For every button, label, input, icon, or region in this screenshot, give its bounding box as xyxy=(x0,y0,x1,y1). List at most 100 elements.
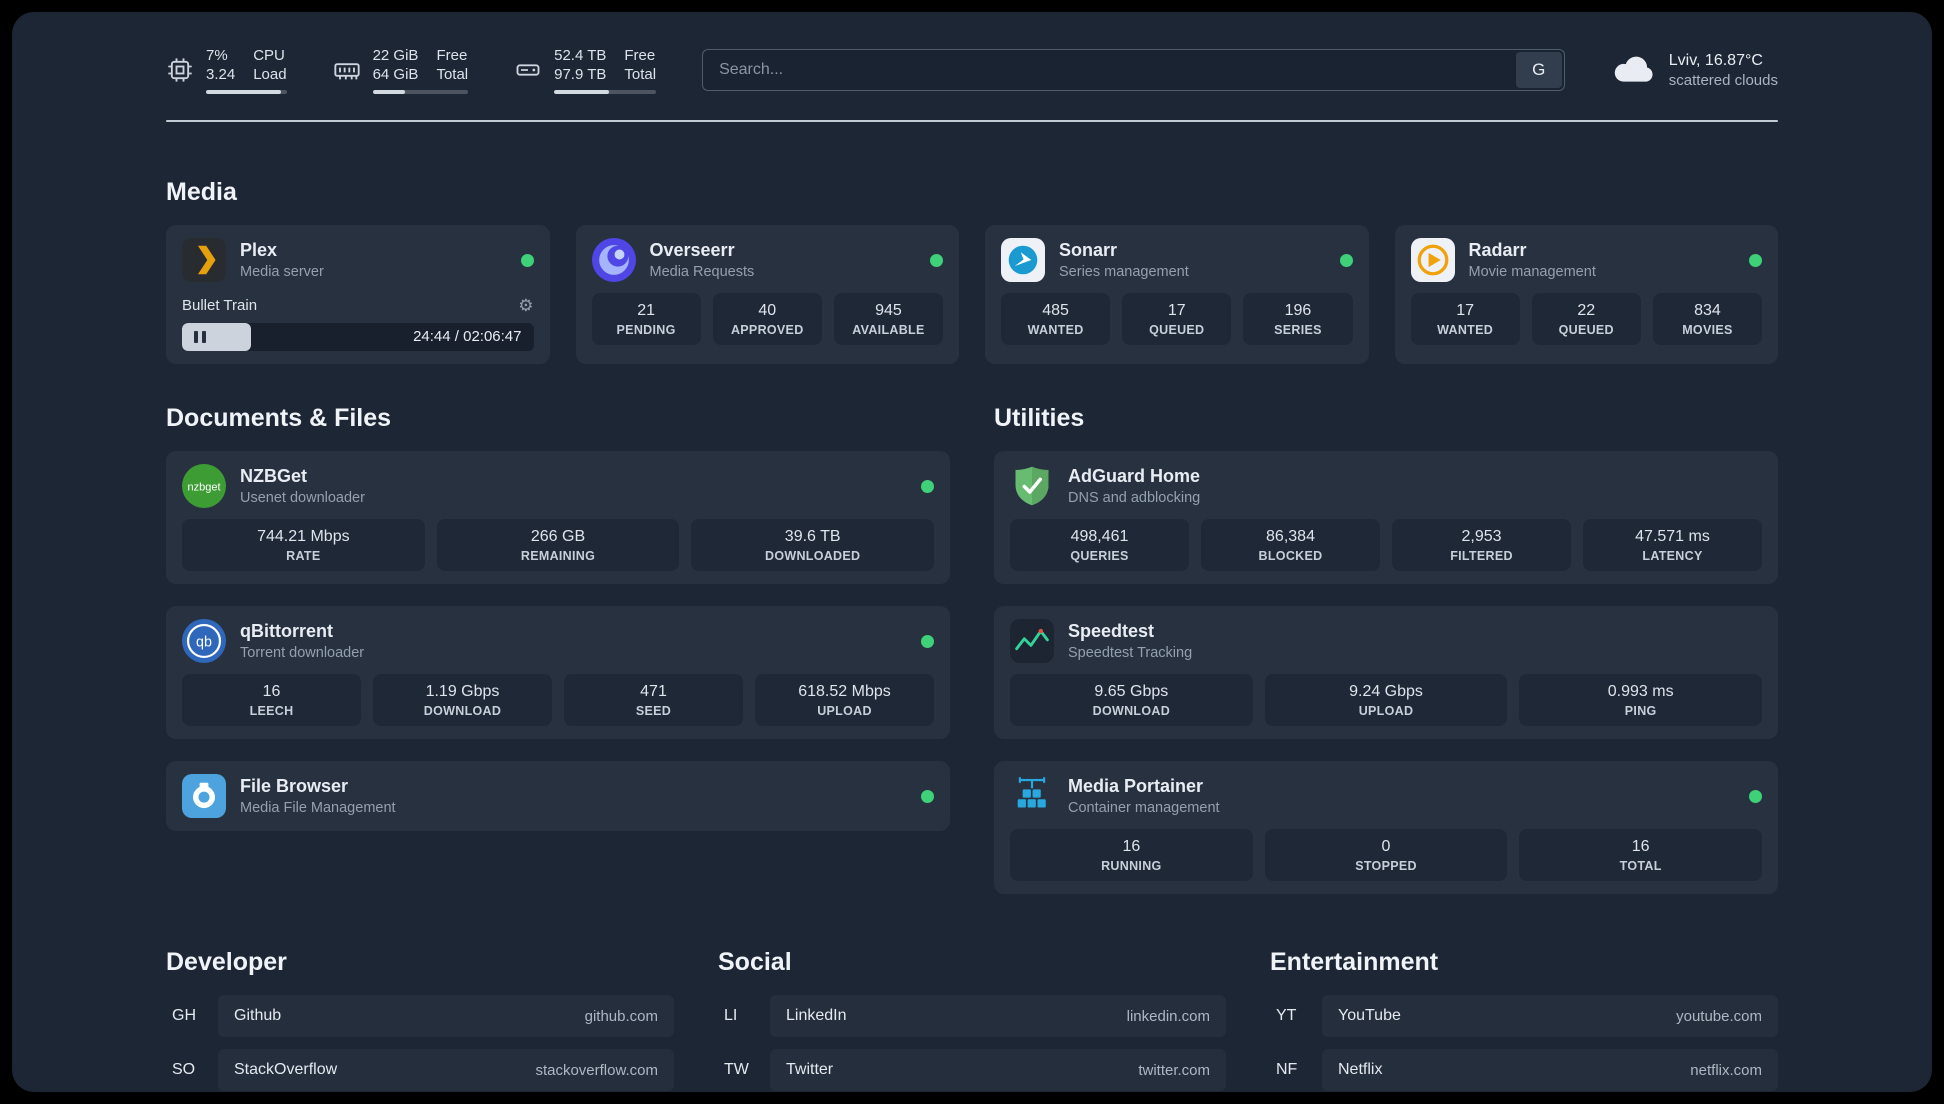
stat-running: 16 RUNNING xyxy=(1010,829,1253,881)
stat-value: 485 xyxy=(1042,302,1069,319)
bookmark-name: LinkedIn xyxy=(786,1007,847,1024)
topbar-divider xyxy=(166,120,1778,122)
bookmark-netflix[interactable]: NF Netflix netflix.com xyxy=(1270,1049,1778,1091)
cpu-icon xyxy=(166,56,194,84)
stat-upload: 9.24 Gbps UPLOAD xyxy=(1264,674,1508,726)
stat-value: 0.993 ms xyxy=(1607,683,1674,700)
bookmark-domain: youtube.com xyxy=(1676,1007,1762,1025)
stat-value: 39.6 TB xyxy=(784,528,841,545)
stat-label: WANTED xyxy=(1437,323,1494,337)
search-bar: G xyxy=(702,49,1565,91)
pause-icon[interactable] xyxy=(194,331,206,343)
stat-value: 21 xyxy=(637,302,655,319)
media-section-title: Media xyxy=(166,178,237,206)
search-input[interactable] xyxy=(702,49,1565,91)
portainer-icon xyxy=(1010,774,1054,818)
radarr-icon xyxy=(1410,238,1455,282)
developer-bookmarks: Developer GH Github github.com SO StackO… xyxy=(166,948,674,1092)
status-dot xyxy=(921,479,934,493)
dashboard-panel: 7% 3.24 CPU Load 22 GiB 64 GiB Free Tota… xyxy=(12,12,1932,1092)
stat-label: QUEUED xyxy=(1558,323,1614,337)
stat-label: SERIES xyxy=(1274,323,1322,337)
overseerr-card[interactable]: Overseerr Media Requests 21 PENDING 40 A… xyxy=(575,225,959,364)
bookmark-domain: linkedin.com xyxy=(1126,1007,1210,1025)
app-name: AdGuard Home xyxy=(1068,466,1201,486)
plex-card[interactable]: Plex Media server Bullet Train ⚙ 24:44 /… xyxy=(166,225,550,364)
cloud-icon xyxy=(1611,53,1657,88)
stat-label: MOVIES xyxy=(1682,323,1733,337)
stat-downloaded: 39.6 TB DOWNLOADED xyxy=(691,519,935,571)
social-section-title: Social xyxy=(718,948,792,976)
stat-label: FILTERED xyxy=(1450,549,1513,563)
app-name: Radarr xyxy=(1468,240,1527,260)
adguard-card[interactable]: AdGuard Home DNS and adblocking 498,461 … xyxy=(994,451,1778,584)
stat-value: 17 xyxy=(1456,302,1474,319)
bookmark-abbr: GH xyxy=(172,1007,196,1024)
stat-label: QUERIES xyxy=(1070,549,1129,563)
app-subtitle: Usenet downloader xyxy=(240,490,365,506)
bookmark-twitter[interactable]: TW Twitter twitter.com xyxy=(718,1049,1226,1091)
app-subtitle: Media File Management xyxy=(240,800,396,816)
entertainment-section-title: Entertainment xyxy=(1270,948,1439,976)
bookmark-name: StackOverflow xyxy=(234,1061,338,1078)
stat-value: 266 GB xyxy=(530,528,586,545)
stat-label: BLOCKED xyxy=(1258,549,1323,563)
filebrowser-card[interactable]: File Browser Media File Management xyxy=(166,761,950,831)
bookmark-youtube[interactable]: YT YouTube youtube.com xyxy=(1270,995,1778,1037)
bookmark-stackoverflow[interactable]: SO StackOverflow stackoverflow.com xyxy=(166,1049,674,1091)
bookmark-abbr: YT xyxy=(1276,1007,1297,1024)
stat-label: UPLOAD xyxy=(1358,704,1414,718)
status-dot xyxy=(930,253,943,267)
speedtest-card[interactable]: Speedtest Speedtest Tracking 9.65 Gbps D… xyxy=(994,606,1778,739)
utilities-section: Utilities AdGuard Home DNS and adblockin… xyxy=(994,404,1778,894)
stat-value: 471 xyxy=(640,683,667,700)
stat-filtered: 2,953 FILTERED xyxy=(1392,519,1571,571)
qbittorrent-icon: qb xyxy=(182,619,226,663)
stat-seed: 471 SEED xyxy=(564,674,743,726)
nzbget-card[interactable]: nzbget NZBGet Usenet downloader 744.21 M… xyxy=(166,451,950,584)
app-subtitle: Speedtest Tracking xyxy=(1068,645,1193,661)
stat-movies: 834 MOVIES xyxy=(1652,293,1763,345)
portainer-card[interactable]: Media Portainer Container management 16 … xyxy=(994,761,1778,894)
stat-queued: 22 QUEUED xyxy=(1531,293,1641,345)
memory-total-label: Total xyxy=(436,66,469,83)
plex-now-playing: Bullet Train ⚙ 24:44 / 02:06:47 xyxy=(182,296,534,351)
bookmark-linkedin[interactable]: LI LinkedIn linkedin.com xyxy=(718,995,1226,1037)
qbittorrent-card[interactable]: qb qBittorrent Torrent downloader 16 LEE… xyxy=(166,606,950,739)
stat-value: 196 xyxy=(1284,302,1312,319)
bookmark-github[interactable]: GH Github github.com xyxy=(166,995,674,1037)
gear-icon[interactable]: ⚙ xyxy=(518,297,533,314)
bookmark-name: YouTube xyxy=(1338,1007,1401,1024)
disk-total-value: 97.9 TB xyxy=(554,66,607,83)
stat-label: REMAINING xyxy=(520,549,596,563)
stat-value: 618.52 Mbps xyxy=(798,683,891,700)
playback-progress-bar[interactable]: 24:44 / 02:06:47 xyxy=(182,323,534,351)
radarr-card[interactable]: Radarr Movie management 17 WANTED 22 QUE… xyxy=(1394,225,1778,364)
status-dot xyxy=(921,789,934,803)
weather-widget[interactable]: Lviv, 16.87°C scattered clouds xyxy=(1611,52,1778,89)
app-name: Media Portainer xyxy=(1068,776,1204,796)
app-name: File Browser xyxy=(240,776,349,796)
stat-pending: 21 PENDING xyxy=(591,293,701,345)
documents-section: Documents & Files nzbget NZBGet Usenet d… xyxy=(166,404,950,894)
app-subtitle: DNS and adblocking xyxy=(1068,490,1201,506)
media-section: Media Plex Media server Bullet Train ⚙ 2… xyxy=(166,178,1778,364)
overseerr-icon xyxy=(591,238,636,282)
stat-value: 9.65 Gbps xyxy=(1094,683,1169,700)
app-name: Sonarr xyxy=(1059,240,1118,260)
stat-wanted: 17 WANTED xyxy=(1410,293,1520,345)
developer-section-title: Developer xyxy=(166,948,287,976)
stat-value: 9.24 Gbps xyxy=(1349,683,1423,700)
stat-label: AVAILABLE xyxy=(852,323,925,337)
app-subtitle: Movie management xyxy=(1468,264,1596,280)
cpu-resource-widget: 7% 3.24 CPU Load xyxy=(166,46,287,94)
sonarr-card[interactable]: Sonarr Series management 485 WANTED 17 Q… xyxy=(985,225,1369,364)
bookmark-domain: netflix.com xyxy=(1690,1061,1762,1079)
stat-label: PENDING xyxy=(616,323,676,337)
search-provider-button[interactable]: G xyxy=(1515,52,1562,88)
playback-time: 24:44 / 02:06:47 xyxy=(413,328,522,345)
stat-queued: 17 QUEUED xyxy=(1122,293,1232,345)
stat-stopped: 0 STOPPED xyxy=(1264,829,1508,881)
cpu-usage-label: CPU xyxy=(253,47,285,64)
nzbget-icon: nzbget xyxy=(182,464,226,508)
